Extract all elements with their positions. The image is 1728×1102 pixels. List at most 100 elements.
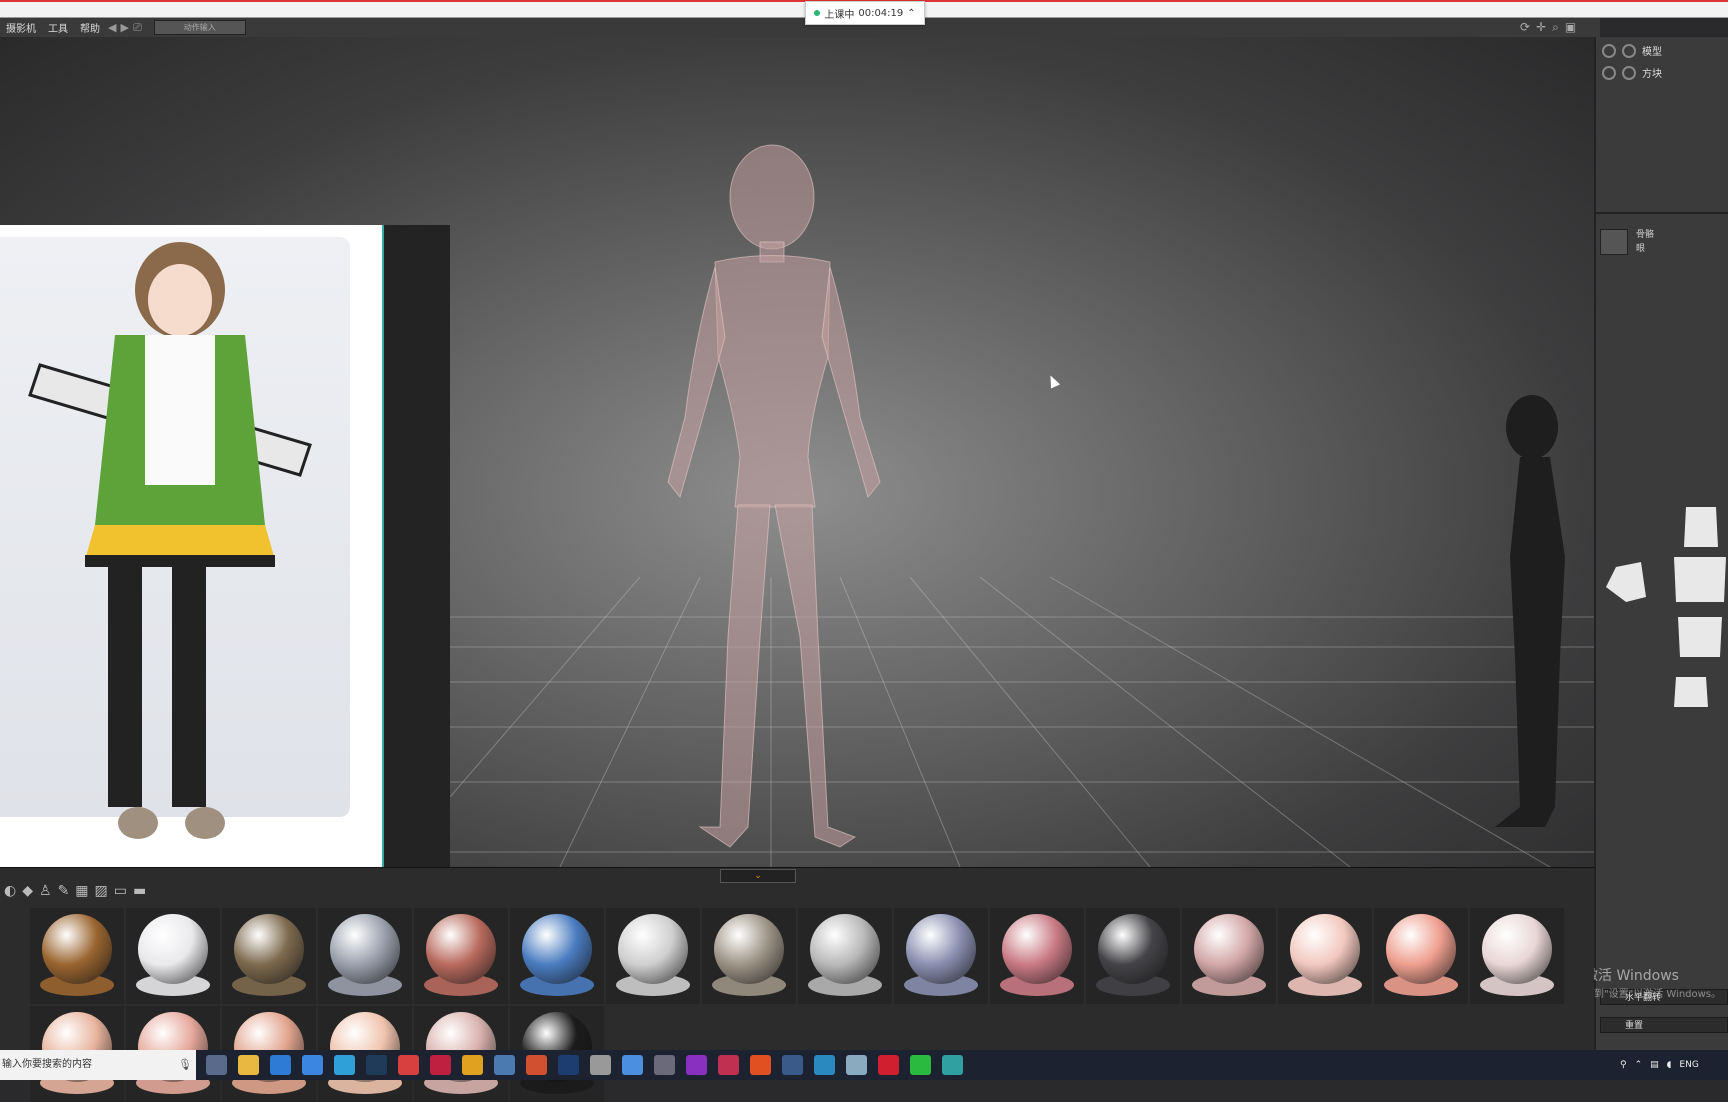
material-swatch[interactable] xyxy=(1470,908,1564,1004)
recording-indicator[interactable]: 上课中 00:04:19 ⌃ xyxy=(805,1,925,25)
material-ball-icon xyxy=(810,914,880,984)
shirt-part-icon xyxy=(1674,557,1726,602)
material-swatch[interactable] xyxy=(1374,908,1468,1004)
panel-item-block[interactable]: 方块 xyxy=(1602,65,1662,80)
vroid-icon[interactable] xyxy=(654,1055,675,1075)
sub-item-eye[interactable]: 眼 xyxy=(1636,241,1645,254)
panel-item-block-label: 方块 xyxy=(1642,69,1662,80)
material-swatch[interactable] xyxy=(510,908,604,1004)
action-input[interactable]: 动作输入 xyxy=(153,20,246,35)
layer-thumbnail[interactable] xyxy=(1600,229,1628,255)
material-swatch[interactable] xyxy=(1182,908,1276,1004)
app-icon-blue[interactable] xyxy=(494,1055,515,1075)
visibility-icon[interactable] xyxy=(1622,65,1636,80)
panel-item-model[interactable]: 模型 xyxy=(1602,43,1662,58)
eye-icon[interactable] xyxy=(1602,43,1616,58)
reference-image-panel[interactable] xyxy=(0,225,450,867)
menu-camera[interactable]: 摄影机 xyxy=(6,20,36,35)
cube-icon[interactable]: ◆ xyxy=(22,883,33,899)
task-view-icon[interactable] xyxy=(206,1055,227,1075)
wechat-icon[interactable] xyxy=(910,1055,931,1075)
menu-tools[interactable]: 工具 xyxy=(48,20,68,35)
rect-icon[interactable]: ▭ xyxy=(114,883,127,899)
material-swatch[interactable] xyxy=(222,908,316,1004)
zoom-icon[interactable]: ⌕ xyxy=(1552,20,1559,35)
material-swatch[interactable] xyxy=(702,908,796,1004)
edge-icon[interactable] xyxy=(334,1055,355,1075)
material-swatch[interactable] xyxy=(1086,908,1180,1004)
app-icon-pink[interactable] xyxy=(718,1055,739,1075)
material-swatch[interactable] xyxy=(30,908,124,1004)
microphone-icon[interactable]: 🎙 xyxy=(178,1058,192,1071)
menu-help[interactable]: 帮助 xyxy=(80,20,100,35)
material-ball-icon xyxy=(330,914,400,984)
sphere-icon[interactable]: ◐ xyxy=(4,883,16,899)
photoshop-icon[interactable] xyxy=(558,1055,579,1075)
volume-icon[interactable]: ◖ xyxy=(1667,1060,1672,1070)
steam-icon[interactable] xyxy=(366,1055,387,1075)
material-swatch[interactable] xyxy=(606,908,700,1004)
taskbar-search[interactable]: 输入你要搜索的内容 xyxy=(0,1050,196,1080)
box-icon[interactable]: ▨ xyxy=(95,883,108,899)
material-swatch[interactable] xyxy=(894,908,988,1004)
material-swatch[interactable] xyxy=(126,908,220,1004)
store-icon[interactable] xyxy=(270,1055,291,1075)
brush-icon[interactable]: ✎ xyxy=(58,883,70,899)
figure-icon[interactable]: ♙ xyxy=(39,883,52,899)
material-toolbar: ◐ ◆ ♙ ✎ ▦ ▨ ▭ ▬ xyxy=(4,883,146,899)
material-ball-icon xyxy=(618,914,688,984)
move-icon[interactable]: ✛ xyxy=(1536,20,1546,35)
grid-icon[interactable]: ▦ xyxy=(75,883,88,899)
app-icon-crimson[interactable] xyxy=(430,1055,451,1075)
material-swatch[interactable] xyxy=(798,908,892,1004)
app-icon-gray[interactable] xyxy=(590,1055,611,1075)
screenshot-icon[interactable]: ▣ xyxy=(1565,20,1576,35)
visibility-icon[interactable] xyxy=(1622,43,1636,58)
reset-button[interactable]: 重置 xyxy=(1600,1017,1728,1033)
app-icon-lightblue[interactable] xyxy=(622,1055,643,1075)
app-icon-red[interactable] xyxy=(398,1055,419,1075)
forward-arrow-icon[interactable]: ▶ xyxy=(120,21,128,34)
window-icon[interactable]: ▬ xyxy=(133,883,146,899)
app-icon-orange[interactable] xyxy=(750,1055,771,1075)
camera-icon[interactable]: ⎚ xyxy=(133,21,142,35)
material-bar: ⌄ ◐ ◆ ♙ ✎ ▦ ▨ ▭ ▬ xyxy=(0,867,1594,1102)
app-icon-image[interactable] xyxy=(846,1055,867,1075)
file-explorer-icon[interactable] xyxy=(238,1055,259,1075)
eye-icon[interactable] xyxy=(1602,65,1616,80)
material-swatch[interactable] xyxy=(318,908,412,1004)
hand-part-icon xyxy=(1606,562,1646,602)
davinci-icon[interactable] xyxy=(782,1055,803,1075)
material-swatch[interactable] xyxy=(1278,908,1372,1004)
material-ball-icon xyxy=(1482,914,1552,984)
rotate-icon[interactable]: ⟳ xyxy=(1520,20,1530,35)
network-icon[interactable]: ▤ xyxy=(1650,1060,1659,1070)
material-swatch[interactable] xyxy=(414,908,508,1004)
back-arrow-icon[interactable]: ◀ xyxy=(108,21,116,34)
anime-character-image xyxy=(28,242,312,839)
collapse-tab[interactable]: ⌄ xyxy=(720,869,796,883)
app-icon-m[interactable] xyxy=(462,1055,483,1075)
people-icon[interactable]: ⚲ xyxy=(1620,1060,1627,1070)
taskbar-apps xyxy=(206,1055,963,1075)
torso-part-icon xyxy=(1684,507,1718,547)
app-icon-purple[interactable] xyxy=(686,1055,707,1075)
material-ball-icon xyxy=(1098,914,1168,984)
panel-item-model-label: 模型 xyxy=(1642,47,1662,58)
body-part-selector[interactable] xyxy=(1596,507,1728,747)
app-icon-g[interactable] xyxy=(526,1055,547,1075)
netease-music-icon[interactable] xyxy=(878,1055,899,1075)
material-ball-icon xyxy=(138,914,208,984)
material-ball-icon xyxy=(522,914,592,984)
app-icon-cyan[interactable] xyxy=(814,1055,835,1075)
chevron-up-icon[interactable]: ⌃ xyxy=(907,8,915,19)
app-icon-teal[interactable] xyxy=(942,1055,963,1075)
sub-item-bone[interactable]: 骨骼 xyxy=(1636,227,1654,240)
material-swatch[interactable] xyxy=(990,908,1084,1004)
recording-dot-icon xyxy=(814,10,821,16)
language-indicator[interactable]: ENG xyxy=(1679,1060,1698,1070)
mail-icon[interactable] xyxy=(302,1055,323,1075)
3d-viewport[interactable] xyxy=(0,37,1594,867)
pants-part-icon xyxy=(1678,617,1722,657)
tray-up-icon[interactable]: ⌃ xyxy=(1635,1060,1643,1070)
